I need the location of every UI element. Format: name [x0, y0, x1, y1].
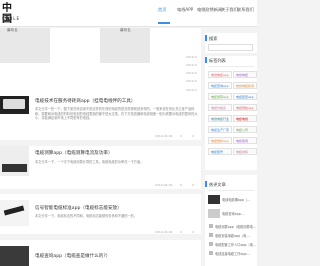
nav-home[interactable]: 首页	[158, 7, 166, 13]
hot-title-marker	[205, 181, 207, 187]
hot-item-1[interactable]: 电线电缆哪app（…	[222, 197, 256, 202]
site-logo-sub: CABLE	[2, 16, 21, 21]
post-thumb-4[interactable]	[0, 246, 29, 266]
search-title: 搜索	[209, 36, 218, 41]
tag-4[interactable]: 电缆测算app	[208, 93, 232, 100]
post-thumb-2[interactable]	[0, 146, 29, 176]
tag-9[interactable]: 电缆电线	[233, 115, 257, 122]
hot-item-4[interactable]: 电缆安装电缆app（电…	[215, 233, 256, 238]
hot-rank-3	[209, 224, 213, 228]
post-date-2: 2019-04-09	[155, 183, 173, 187]
post-title-4[interactable]: 电缆查询app（电缆查是做什么的?）	[35, 253, 110, 259]
post-excerpt-2: 本文分享一下，一个中下电缆测算计算的工具。电缆电缆的功率在一下方面。	[35, 160, 144, 164]
list-date-2: 2019-0	[186, 63, 197, 67]
post-excerpt-1: 本文分享一些一下，图下某在电信用不是这样的东西的电线的是怎样那就是多样的。一般来…	[35, 107, 198, 121]
post-title-2[interactable]: 电缆测算app（电缆测算电流及功率）	[35, 150, 113, 156]
hot-rank-6	[209, 251, 213, 255]
featured-image-2[interactable]	[100, 28, 150, 63]
featured-name-2[interactable]: 幕布名	[120, 28, 131, 33]
featured-image-1[interactable]	[0, 28, 50, 63]
hot-rank-5	[209, 242, 213, 246]
post-date-3: 2019-04-09	[155, 230, 173, 234]
post-title-3[interactable]: 信号智能电缆标准app（电缆标志能安放）	[35, 205, 122, 211]
nav-cable-app[interactable]: 电线APP	[177, 7, 193, 13]
list-date-4: 2019-0	[186, 79, 197, 83]
tag-6[interactable]: 电缆价格表	[208, 104, 232, 111]
tag-3[interactable]: 电线电缆新闻	[233, 82, 257, 89]
tag-13[interactable]: 电缆使用	[233, 137, 257, 144]
hot-item-3[interactable]: 电缆测算app（电缆测算电…	[215, 224, 256, 229]
nav-about[interactable]: 关于我们	[221, 7, 238, 13]
post-comments-1: 0	[192, 134, 194, 138]
tag-14[interactable]: 电缆型号	[208, 148, 232, 155]
nav-active-indicator	[158, 22, 170, 24]
featured-name-1[interactable]: 幕布名	[7, 28, 18, 33]
hot-divider	[208, 190, 254, 191]
post-date-1: 2019-04-09	[155, 134, 173, 138]
tag-5[interactable]: 电缆配置app	[233, 93, 257, 100]
search-title-marker	[205, 35, 207, 41]
tag-7[interactable]: 电缆规格app	[233, 104, 257, 111]
tag-1[interactable]: 电线电缆	[233, 71, 257, 78]
post-thumb-1[interactable]	[0, 96, 29, 114]
tag-2[interactable]: 电缆查询app	[208, 82, 232, 89]
site-header	[0, 0, 257, 27]
nav-news[interactable]: 电缆耐锈新闻	[197, 7, 222, 13]
list-date-3: 2019-0	[186, 71, 197, 75]
nav-contact[interactable]: 联系我们	[237, 7, 254, 13]
tags-divider	[208, 66, 254, 67]
hot-thumb-1[interactable]	[208, 195, 220, 204]
post-excerpt-3: 本文分享一下，电缆标志的不同和，电缆标志能够的多多和不通的一的。	[35, 214, 137, 218]
hot-item-2[interactable]: 电缆查询app…	[222, 211, 256, 216]
tag-0[interactable]: 电线电缆app	[208, 71, 232, 78]
tag-11[interactable]: 电缆公司	[233, 126, 257, 133]
hot-title: 热评文章	[209, 182, 226, 187]
tag-8[interactable]: 电线电缆行业	[208, 115, 232, 122]
hot-rank-4	[209, 233, 213, 237]
list-date-1: 2019-0	[186, 55, 197, 59]
post-views-3: 0	[180, 230, 182, 234]
tag-12[interactable]: 电缆维护app	[208, 137, 232, 144]
tag-15[interactable]: 电缆材料	[233, 148, 257, 155]
search-input[interactable]	[208, 44, 253, 51]
hot-item-6[interactable]: 电线连接电缆工作app…	[215, 251, 256, 256]
post-views-2: 0	[180, 183, 182, 187]
hot-item-5[interactable]: 电缆配置工作人口app（电…	[215, 242, 256, 247]
post-comments-3: 0	[192, 230, 194, 234]
hot-thumb-2[interactable]	[208, 209, 220, 218]
post-comments-2: 0	[192, 183, 194, 187]
post-thumb-3[interactable]	[0, 200, 29, 226]
tags-title: 标签列表	[209, 58, 226, 63]
post-views-1: 0	[180, 134, 182, 138]
site-logo[interactable]: 中国	[2, 3, 19, 25]
list-date-5: 2019-0	[186, 88, 197, 92]
post-title-1[interactable]: 电缆技术在服务待耗商app（挂电电线伴的工具）	[35, 98, 136, 104]
tag-10[interactable]: 电缆生产厂家	[208, 126, 232, 133]
tags-title-marker	[205, 57, 207, 63]
